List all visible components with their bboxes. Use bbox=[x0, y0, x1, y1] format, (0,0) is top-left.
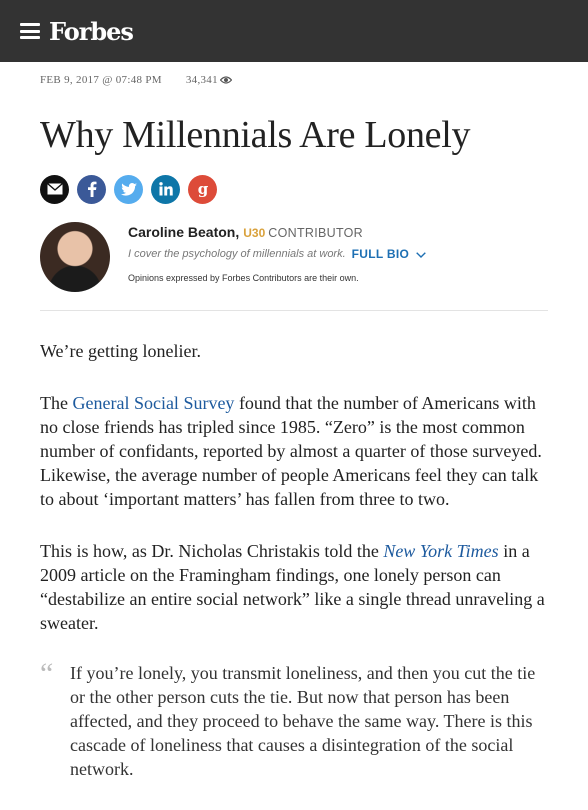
u30-badge: U30 bbox=[243, 225, 266, 240]
author-avatar[interactable] bbox=[40, 221, 110, 292]
article: FEB 9, 2017 @ 07:48 PM 34,341 Why Millen… bbox=[0, 74, 588, 781]
author-tagline: I cover the psychology of millennials at… bbox=[128, 247, 346, 260]
eye-icon bbox=[219, 76, 232, 84]
author-block: Caroline Beaton, U30 CONTRIBUTOR I cover… bbox=[40, 221, 548, 292]
google-plus-icon: g bbox=[197, 181, 208, 197]
share-bar: g bbox=[40, 174, 548, 204]
view-count: 34,341 bbox=[186, 74, 232, 86]
author-line: Caroline Beaton, U30 CONTRIBUTOR bbox=[128, 224, 426, 240]
full-bio-link[interactable]: FULL BIO bbox=[352, 247, 426, 261]
paragraph: We’re getting lonelier. bbox=[40, 340, 201, 361]
article-body: We’re getting lonelier. The General Soci… bbox=[40, 339, 548, 781]
facebook-icon bbox=[87, 181, 96, 198]
email-share-button[interactable] bbox=[40, 174, 69, 204]
chevron-down-icon bbox=[416, 251, 426, 258]
article-title: Why Millennials Are Lonely bbox=[40, 114, 471, 156]
author-name[interactable]: Caroline Beaton, bbox=[128, 224, 239, 240]
author-info: Caroline Beaton, U30 CONTRIBUTOR I cover… bbox=[128, 222, 426, 292]
paragraph-text: This is how, as Dr. Nicholas Christakis … bbox=[40, 540, 384, 561]
general-social-survey-link[interactable]: General Social Survey bbox=[72, 393, 234, 413]
forbes-logo[interactable]: Forbes bbox=[49, 17, 134, 46]
linkedin-icon bbox=[158, 182, 173, 196]
linkedin-share-button[interactable] bbox=[151, 174, 180, 204]
full-bio-label: FULL BIO bbox=[351, 246, 410, 261]
publish-date: FEB 9, 2017 @ 07:48 PM bbox=[40, 74, 162, 86]
author-role: CONTRIBUTOR bbox=[268, 225, 364, 240]
svg-text:g: g bbox=[197, 181, 208, 197]
email-icon bbox=[46, 183, 63, 195]
new-york-times-link[interactable]: New York Times bbox=[383, 541, 498, 561]
hamburger-menu-icon[interactable] bbox=[20, 23, 40, 39]
divider bbox=[40, 309, 548, 311]
contributor-disclaimer: Opinions expressed by Forbes Contributor… bbox=[128, 272, 359, 283]
block-quote: “ If you’re lonely, you transmit lonelin… bbox=[40, 656, 548, 781]
view-count-value: 34,341 bbox=[185, 74, 218, 86]
paragraph-text: The bbox=[40, 392, 73, 413]
quote-text: If you’re lonely, you transmit lonelines… bbox=[70, 662, 536, 779]
top-bar: Forbes bbox=[0, 0, 588, 62]
article-meta: FEB 9, 2017 @ 07:48 PM 34,341 bbox=[40, 74, 548, 86]
twitter-icon bbox=[120, 182, 137, 196]
quote-mark-icon: “ bbox=[40, 656, 54, 690]
twitter-share-button[interactable] bbox=[114, 174, 143, 204]
paragraph: The General Social Survey found that the… bbox=[40, 391, 548, 511]
google-plus-share-button[interactable]: g bbox=[188, 174, 217, 204]
facebook-share-button[interactable] bbox=[77, 174, 106, 204]
author-tagline-row: I cover the psychology of millennials at… bbox=[128, 247, 426, 261]
paragraph: This is how, as Dr. Nicholas Christakis … bbox=[40, 539, 548, 635]
